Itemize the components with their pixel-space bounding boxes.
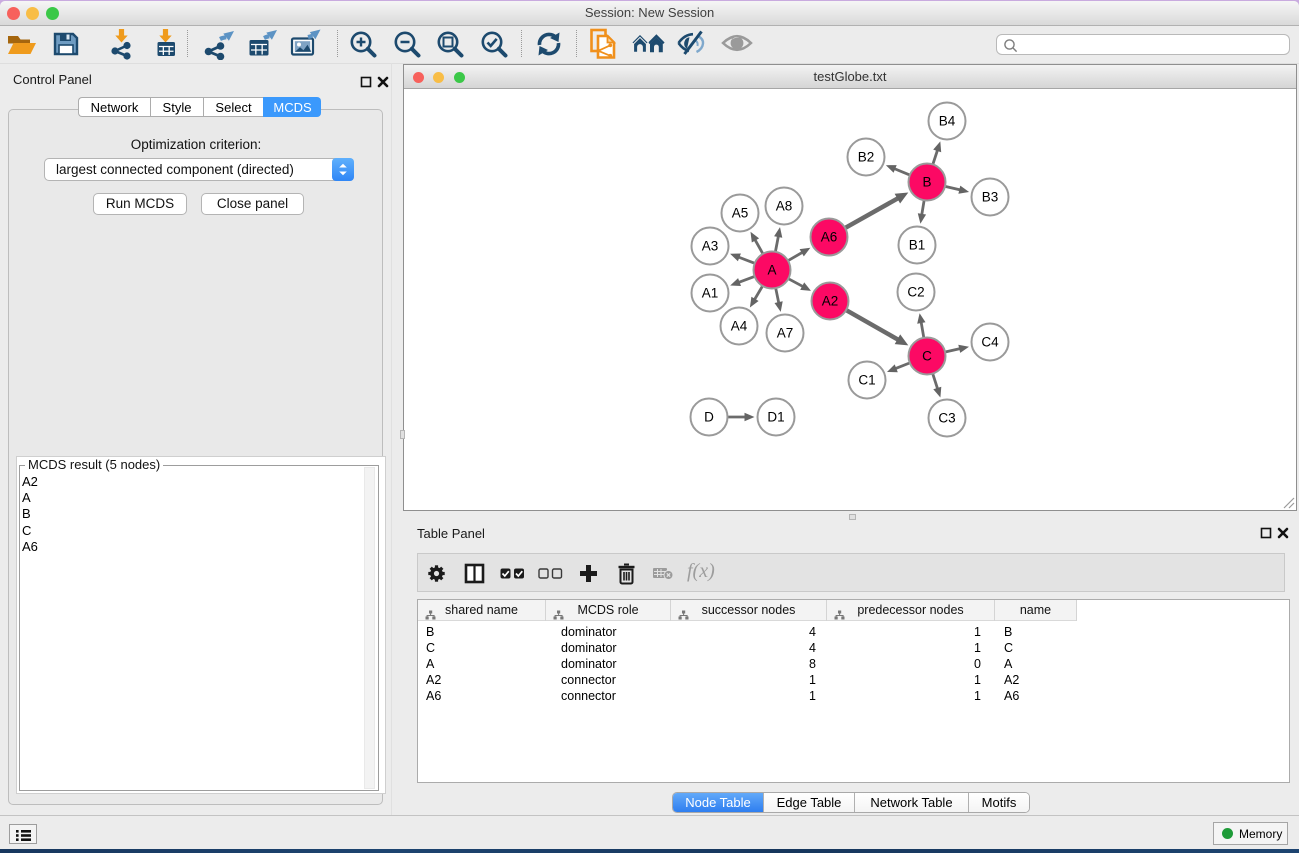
svg-text:A8: A8 [776,198,793,213]
svg-text:C4: C4 [981,334,999,349]
svg-text:C2: C2 [907,284,924,299]
svg-text:C3: C3 [938,410,955,425]
svg-text:B2: B2 [858,149,875,164]
svg-text:A2: A2 [822,293,839,308]
svg-text:A5: A5 [732,205,749,220]
svg-text:A6: A6 [821,229,838,244]
svg-text:D1: D1 [767,409,784,424]
svg-text:C1: C1 [858,372,875,387]
svg-text:A1: A1 [702,285,719,300]
svg-text:A3: A3 [702,238,719,253]
svg-text:D: D [704,409,714,424]
svg-text:B1: B1 [909,237,926,252]
svg-text:A4: A4 [731,318,748,333]
svg-text:C: C [922,348,932,363]
svg-text:B4: B4 [939,113,956,128]
svg-text:A: A [767,262,776,277]
svg-text:B: B [922,174,931,189]
svg-text:A7: A7 [777,325,794,340]
svg-text:B3: B3 [982,189,999,204]
